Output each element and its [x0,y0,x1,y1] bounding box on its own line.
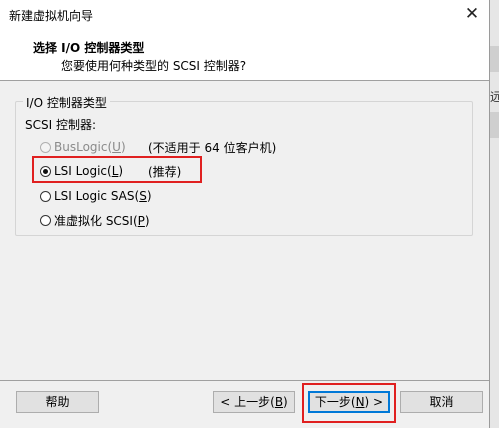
group-legend: I/O 控制器类型 [23,94,110,111]
wizard-dialog: 新建虚拟机向导 ✕ 选择 I/O 控制器类型 您要使用何种类型的 SCSI 控制… [0,0,490,428]
back-button[interactable]: < 上一步(B) [213,391,295,413]
annotation-highlight-lsi [32,156,202,183]
radio-button-icon[interactable] [40,141,51,153]
wizard-header: 选择 I/O 控制器类型 您要使用何种类型的 SCSI 控制器? [0,28,489,81]
background-strip [490,46,499,72]
window-title: 新建虚拟机向导 [9,9,94,23]
scsi-controller-label: SCSI 控制器: [25,118,97,132]
radio-lsi-logic-sas[interactable]: LSI Logic SAS(S) [40,187,152,205]
title-bar: 新建虚拟机向导 ✕ [0,0,489,28]
radio-button-icon[interactable] [40,214,51,226]
radio-paravirtual-scsi[interactable]: 准虚拟化 SCSI(P) [40,211,150,229]
annotation-highlight-next [302,383,396,423]
background-window-edge: 远 [490,0,499,428]
background-text: 远 [490,90,499,104]
help-button[interactable]: 帮助 [16,391,99,413]
close-icon[interactable]: ✕ [461,3,483,25]
page-subtitle: 您要使用何种类型的 SCSI 控制器? [61,59,247,73]
page-title: 选择 I/O 控制器类型 [33,41,145,55]
option-label: BusLogic(U) [54,140,126,154]
radio-buslogic[interactable]: BusLogic(U) [40,138,126,156]
radio-button-icon[interactable] [40,190,51,202]
footer-separator [0,380,489,381]
option-note: (不适用于 64 位客户机) [148,141,277,155]
cancel-button[interactable]: 取消 [400,391,483,413]
option-label: 准虚拟化 SCSI(P) [54,213,150,228]
background-strip [490,112,499,138]
option-label: LSI Logic SAS(S) [54,189,152,203]
